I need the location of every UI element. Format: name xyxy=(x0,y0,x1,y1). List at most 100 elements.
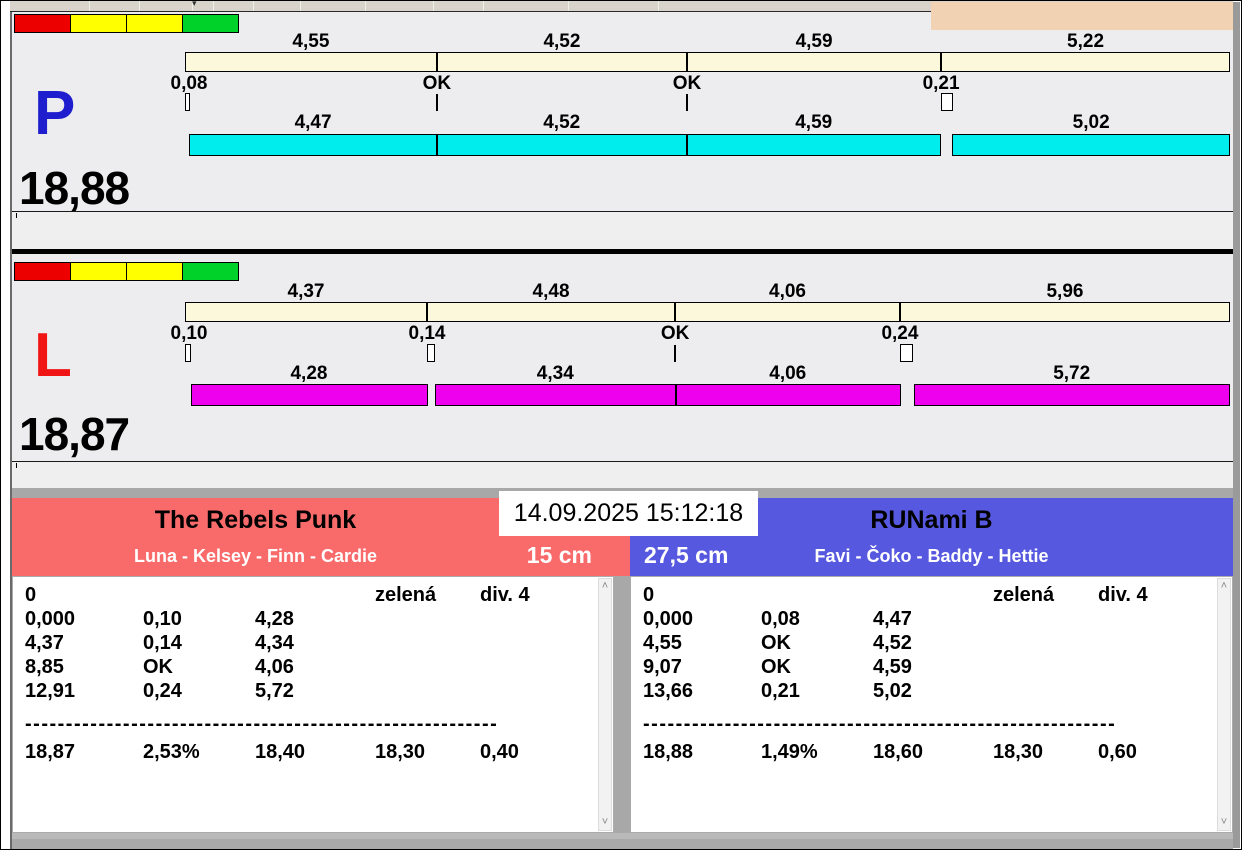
result-cell: 18,40 xyxy=(255,740,375,764)
gross-split-label: 4,06 xyxy=(675,281,900,300)
scroll-up-icon[interactable]: ˄ xyxy=(602,581,608,592)
result-cell: zelená xyxy=(375,583,480,607)
result-cell: 13,66 xyxy=(643,679,761,703)
result-cell: 0 xyxy=(643,583,761,607)
main-frame: P 18,88 4,554,524,595,220,08OKOK0,214,47… xyxy=(10,12,1233,850)
traffic-light-segment xyxy=(14,262,71,281)
team-left-results-text[interactable]: 0zelenádiv. 40,0000,104,284,370,144,348,… xyxy=(13,577,613,764)
result-cell: 0,60 xyxy=(1098,740,1202,764)
result-cell: 0,000 xyxy=(25,607,143,631)
result-cell: 18,60 xyxy=(873,740,993,764)
gross-split-segment xyxy=(426,303,674,321)
scrollbar[interactable]: ˄ ˅ xyxy=(598,578,612,831)
gross-split-segment xyxy=(686,53,940,71)
ok-tick xyxy=(436,94,438,111)
result-row: 4,55OK4,52 xyxy=(643,631,1202,655)
result-cell: zelená xyxy=(993,583,1098,607)
jump-height-badge: 15 cm xyxy=(527,542,592,569)
lane-panel-left: L 18,87 4,374,484,065,960,100,14OK0,244,… xyxy=(12,254,1233,461)
gross-split-label: 4,48 xyxy=(427,281,675,300)
net-split-segment xyxy=(189,134,436,156)
result-cell: 4,34 xyxy=(255,631,375,655)
team-right-results-text[interactable]: 0 zelenádiv. 40,0000,084,474,55OK4,529,07… xyxy=(631,577,1232,764)
net-split-label: 5,02 xyxy=(952,112,1230,131)
traffic-light-segment xyxy=(70,262,127,281)
result-cell: 4,37 xyxy=(25,631,143,655)
lane-total-time: 18,88 xyxy=(19,164,129,212)
result-cell: div. 4 xyxy=(480,583,583,607)
gross-split-label: 5,96 xyxy=(900,281,1230,300)
traffic-light-segment xyxy=(70,14,127,33)
result-cell: 0,21 xyxy=(761,679,873,703)
gross-split-segment xyxy=(436,53,686,71)
traffic-light-segment xyxy=(14,14,71,33)
traffic-light-segment xyxy=(126,14,183,33)
result-row: 0 zelenádiv. 4 xyxy=(25,583,583,607)
result-cell xyxy=(1098,631,1202,655)
result-cell: OK xyxy=(761,655,873,679)
lane-total-time: 18,87 xyxy=(19,410,129,458)
result-cell: 18,30 xyxy=(375,740,480,764)
separator-line: ----------------------------------------… xyxy=(643,712,1202,736)
net-split-label: 4,06 xyxy=(675,363,900,382)
crossing-fault-label: 0,21 xyxy=(923,73,960,95)
result-cell xyxy=(375,655,480,679)
result-cell: 0 xyxy=(25,583,143,607)
result-row: 0 zelenádiv. 4 xyxy=(643,583,1202,607)
totals-row: 18,872,53%18,4018,300,40 xyxy=(25,740,583,764)
result-cell: 9,07 xyxy=(643,655,761,679)
result-cell: 0,10 xyxy=(143,607,255,631)
app-window: ▾ P 18,88 4,554,524,595,220,08OKOK0,214,… xyxy=(0,0,1242,850)
chevron-down-icon: ▾ xyxy=(192,0,193,11)
scrollbar[interactable]: ˄ ˅ xyxy=(1217,578,1231,831)
scroll-down-icon[interactable]: ˅ xyxy=(1221,817,1227,828)
scroll-up-icon[interactable]: ˄ xyxy=(1221,581,1227,592)
net-split-label: 4,34 xyxy=(435,363,675,382)
totals-row: 18,881,49%18,6018,300,60 xyxy=(643,740,1202,764)
result-cell xyxy=(375,631,480,655)
result-cell xyxy=(143,583,255,607)
result-cell xyxy=(1098,679,1202,703)
gross-split-label: 4,59 xyxy=(687,31,941,50)
result-cell xyxy=(993,679,1098,703)
result-cell: div. 4 xyxy=(1098,583,1202,607)
result-sheets: 0zelenádiv. 40,0000,104,284,370,144,348,… xyxy=(12,576,1233,833)
toolbar-tan-area xyxy=(931,2,1233,30)
result-row: 13,660,215,02 xyxy=(643,679,1202,703)
result-cell: 0,000 xyxy=(643,607,761,631)
net-split-label: 4,28 xyxy=(191,363,428,382)
result-row: 0,0000,084,47 xyxy=(643,607,1202,631)
net-split-segment xyxy=(676,384,901,406)
gross-split-segment xyxy=(899,303,1229,321)
result-cell: 12,91 xyxy=(25,679,143,703)
net-split-segment xyxy=(191,384,428,406)
split-track: 4,374,484,065,960,100,14OK0,244,284,344,… xyxy=(185,254,1230,461)
result-cell xyxy=(873,583,993,607)
result-cell xyxy=(375,679,480,703)
crossing-fault-label: OK xyxy=(661,323,690,345)
crossing-fault-label: OK xyxy=(673,73,702,95)
result-row: 4,370,144,34 xyxy=(25,631,583,655)
spacer-strip xyxy=(12,461,1233,488)
result-row: 9,07OK4,59 xyxy=(643,655,1202,679)
separator-line: ----------------------------------------… xyxy=(25,712,583,736)
result-cell: 4,47 xyxy=(873,607,993,631)
result-row: 12,910,245,72 xyxy=(25,679,583,703)
gross-split-label: 5,22 xyxy=(941,31,1230,50)
lane-letter: L xyxy=(34,326,72,386)
gross-split-label: 4,37 xyxy=(185,281,427,300)
net-split-segment xyxy=(435,384,675,406)
net-split-label: 4,47 xyxy=(189,112,436,131)
result-cell xyxy=(375,607,480,631)
result-cell: 0,40 xyxy=(480,740,583,764)
result-cell: 4,59 xyxy=(873,655,993,679)
net-split-label: 4,52 xyxy=(437,112,687,131)
result-row: 0,0000,104,28 xyxy=(25,607,583,631)
result-cell: 1,49% xyxy=(761,740,873,764)
crossing-fault-label: 0,24 xyxy=(881,323,918,345)
gross-split-label: 4,55 xyxy=(185,31,437,50)
result-cell: 5,72 xyxy=(255,679,375,703)
scroll-down-icon[interactable]: ˅ xyxy=(602,817,608,828)
result-cell xyxy=(993,607,1098,631)
result-cell: OK xyxy=(761,631,873,655)
